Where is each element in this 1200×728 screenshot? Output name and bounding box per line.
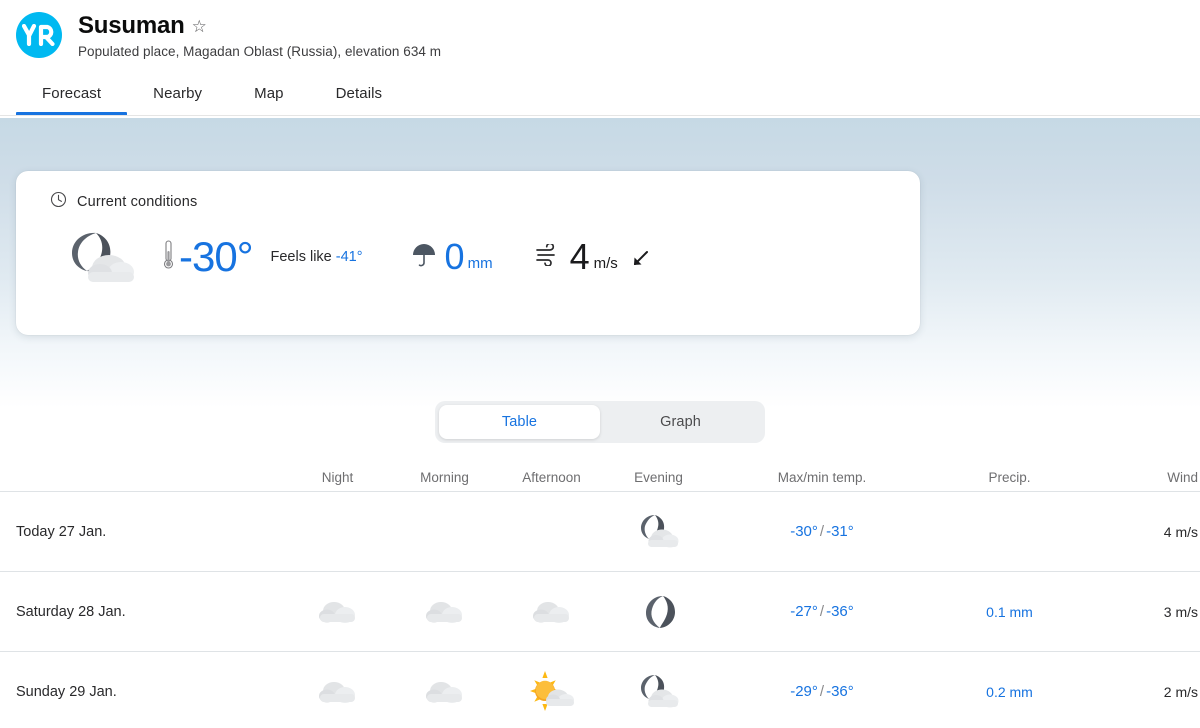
row-temp-separator: / — [819, 683, 825, 700]
cloud-icon — [284, 676, 391, 708]
temperature-group: -30° Feels like -41° — [162, 236, 363, 278]
toggle-table-label: Table — [501, 414, 538, 430]
current-conditions-card: Current conditions -30° Feels like -41° … — [16, 171, 920, 335]
row-temperature: -29° / -36° — [712, 683, 932, 700]
row-temp-max: -30° — [790, 523, 818, 540]
tab-nearby[interactable]: Nearby — [127, 79, 228, 116]
header-morning: Morning — [420, 470, 469, 485]
place-subtitle: Populated place, Magadan Oblast (Russia)… — [78, 43, 442, 59]
tab-nearby-label: Nearby — [153, 84, 203, 102]
arrow-southwest-icon — [630, 241, 650, 274]
precipitation-group: 0 mm — [411, 239, 493, 275]
row-precip: 0.1 mm — [986, 603, 1033, 620]
table-row[interactable]: Sunday 29 Jan. -29° / -36° 0.2 mm 2 m/s — [0, 652, 1200, 728]
row-day-label: Today 27 Jan. — [16, 523, 107, 540]
current-conditions-title-row: Current conditions — [16, 171, 920, 213]
moon-cloud-icon — [605, 673, 712, 711]
page-root: Susuman ☆ Populated place, Magadan Oblas… — [0, 0, 1200, 711]
table-row[interactable]: Saturday 28 Jan. -27° / -36° 0.1 mm 3 m/… — [0, 572, 1200, 652]
row-temp-separator: / — [819, 523, 825, 540]
yr-logo[interactable] — [16, 12, 62, 58]
feels-like-value: -41° — [335, 249, 363, 265]
row-temp-min: -36° — [826, 683, 854, 700]
tab-details-label: Details — [335, 84, 383, 102]
cloud-icon — [284, 596, 391, 628]
row-wind: 3 m/s — [1163, 603, 1198, 620]
row-temp-max: -27° — [790, 603, 818, 620]
moon-cloud-icon — [605, 513, 712, 551]
header-temp: Max/min temp. — [777, 470, 867, 485]
row-temp-max: -29° — [790, 683, 818, 700]
header-text-block: Susuman ☆ Populated place, Magadan Oblas… — [78, 11, 441, 59]
header-afternoon: Afternoon — [522, 470, 581, 485]
feels-like: Feels like -41° — [271, 249, 363, 265]
toggle-graph[interactable]: Graph — [600, 405, 761, 439]
cloud-icon — [498, 596, 605, 628]
row-temp-min: -31° — [826, 523, 854, 540]
header-wind: Wind — [1167, 470, 1198, 485]
view-toggle-wrapper: Table Graph — [0, 401, 1200, 443]
current-conditions-body: -30° Feels like -41° 0 mm 4 m/s — [16, 213, 920, 287]
wind-value: 4 — [569, 236, 590, 277]
toggle-graph-label: Graph — [660, 414, 701, 430]
header-top: Susuman ☆ Populated place, Magadan Oblas… — [0, 0, 1200, 59]
feels-like-label: Feels like — [270, 249, 332, 265]
row-temperature: -30° / -31° — [712, 523, 932, 540]
main-nav: Forecast Nearby Map Details — [0, 79, 1200, 116]
tab-map-label: Map — [254, 84, 284, 102]
moon-icon — [605, 592, 712, 632]
cloud-icon — [391, 676, 498, 708]
wind-unit: m/s — [593, 255, 618, 272]
row-temperature: -27° / -36° — [712, 603, 932, 620]
tab-details[interactable]: Details — [310, 79, 409, 116]
wind-icon — [535, 242, 561, 271]
current-temperature: -30° — [179, 233, 253, 280]
precipitation-unit: mm — [467, 255, 493, 272]
toggle-table[interactable]: Table — [439, 405, 600, 439]
table-row[interactable]: Today 27 Jan. -30° / -31° 4 m/s — [0, 492, 1200, 572]
header-evening: Evening — [634, 470, 683, 485]
clock-icon — [50, 191, 67, 213]
header-precip: Precip. — [988, 470, 1031, 485]
row-day-label: Saturday 28 Jan. — [16, 603, 126, 620]
page-title: Susuman — [78, 12, 185, 39]
tab-map[interactable]: Map — [228, 79, 309, 116]
thermometer-icon — [162, 239, 175, 276]
forecast-table-header: Night Morning Afternoon Evening Max/min … — [0, 464, 1200, 492]
umbrella-icon — [411, 241, 437, 274]
row-wind: 4 m/s — [1163, 523, 1198, 540]
current-conditions-title: Current conditions — [77, 194, 198, 210]
place-line: Susuman ☆ — [78, 12, 441, 40]
sun-cloud-icon — [498, 670, 605, 714]
precipitation-value: 0 — [444, 236, 465, 277]
row-temp-separator: / — [819, 603, 825, 620]
forecast-table: Night Morning Afternoon Evening Max/min … — [0, 464, 1200, 728]
tab-forecast[interactable]: Forecast — [16, 79, 128, 116]
row-wind: 2 m/s — [1163, 683, 1198, 700]
header-night: Night — [321, 470, 354, 485]
tab-forecast-label: Forecast — [42, 84, 102, 102]
view-toggle: Table Graph — [435, 401, 765, 443]
nav-divider — [0, 114, 1200, 116]
site-header: Susuman ☆ Populated place, Magadan Oblas… — [0, 0, 1200, 116]
moon-cloud-icon — [62, 227, 140, 287]
row-temp-min: -36° — [826, 603, 854, 620]
star-outline-icon[interactable]: ☆ — [192, 18, 207, 35]
row-precip: 0.2 mm — [986, 683, 1033, 700]
wind-group: 4 m/s — [535, 239, 650, 275]
row-day-label: Sunday 29 Jan. — [16, 683, 117, 700]
cloud-icon — [391, 596, 498, 628]
